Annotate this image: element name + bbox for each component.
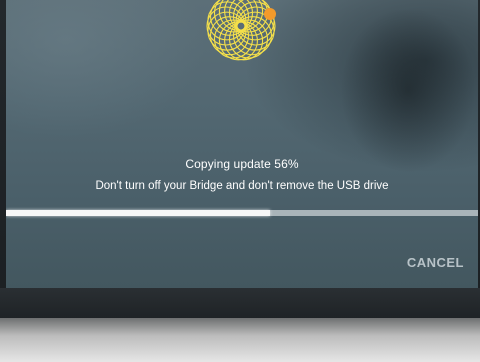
photo-frame: Copying update 56% Don't turn off your B… [0, 0, 480, 362]
device-screen: Copying update 56% Don't turn off your B… [6, 0, 478, 288]
spirograph-logo-icon [206, 0, 276, 61]
cancel-button[interactable]: CANCEL [403, 253, 468, 272]
update-status-title: Copying update 56% [185, 157, 299, 171]
update-status-message: Don't turn off your Bridge and don't rem… [95, 180, 389, 192]
update-progress-fill [6, 210, 271, 216]
device-bottom-frame [0, 288, 480, 318]
update-progress-bar [6, 210, 478, 216]
screen-reflection [298, 10, 478, 230]
desk-surface [0, 318, 480, 362]
logo-accent-dot [264, 8, 276, 20]
